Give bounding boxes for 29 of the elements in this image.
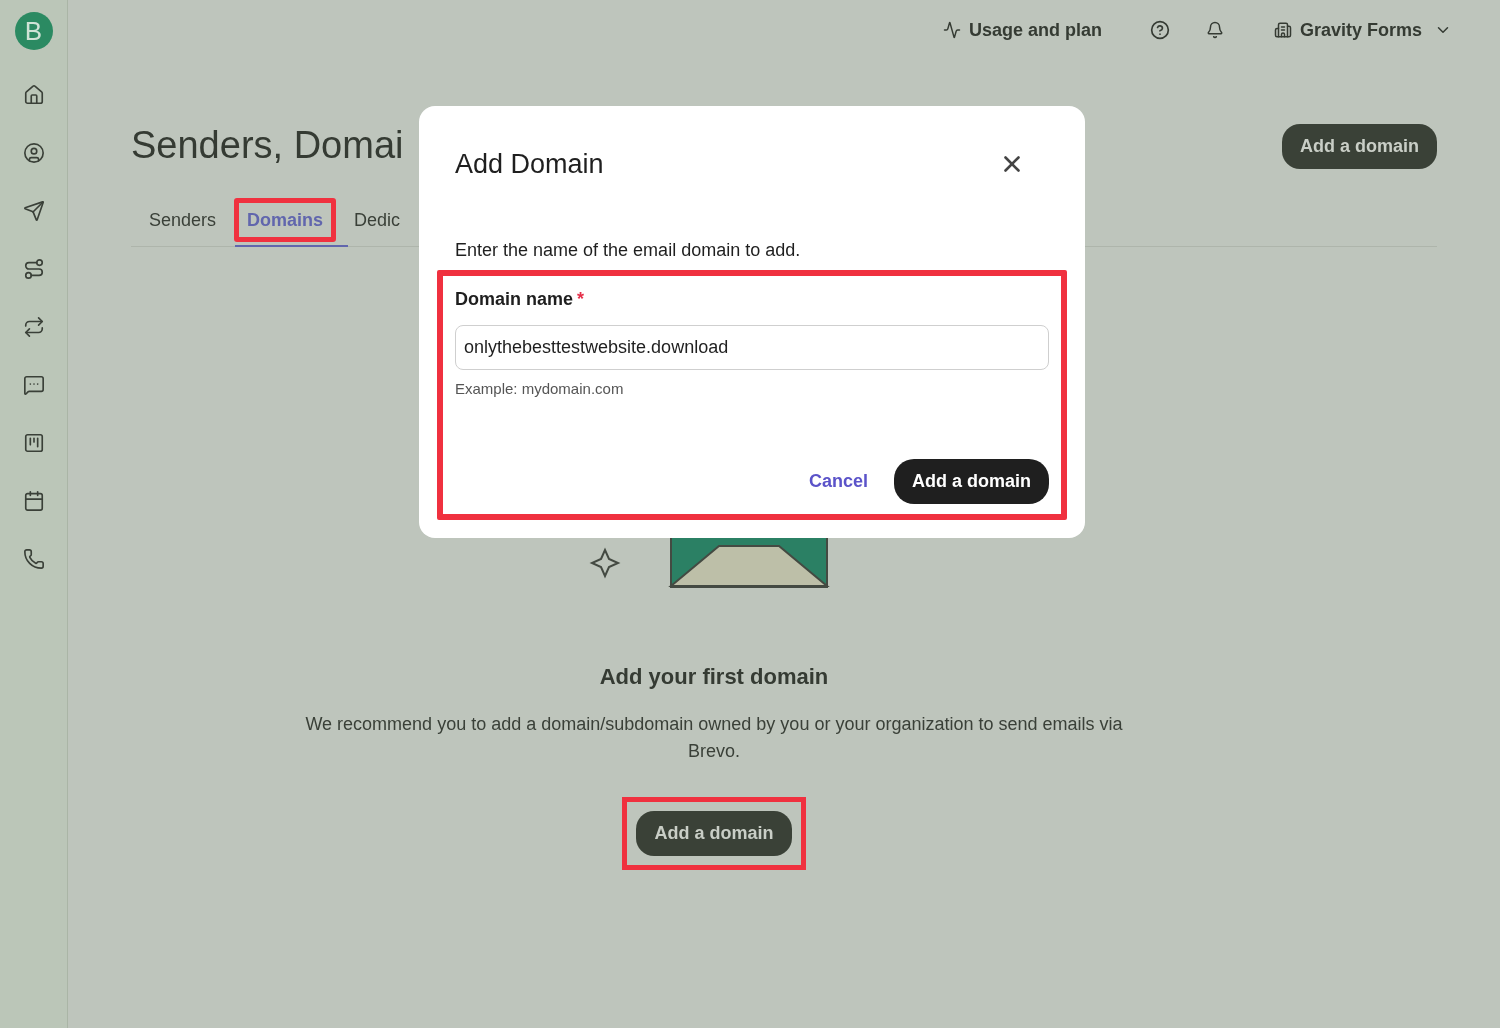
dialog-intro: Enter the name of the email domain to add. — [454, 238, 802, 262]
domain-input-field[interactable]: onlythebesttestwebsite.download — [455, 324, 1049, 370]
submit-button[interactable]: Add a domain — [894, 458, 1049, 504]
phone-icon[interactable] — [22, 548, 45, 570]
add-domain-button[interactable]: Add a domain — [1282, 124, 1437, 169]
field-label: Domain name * — [455, 287, 586, 311]
user-icon[interactable] — [22, 142, 45, 164]
chat-icon[interactable] — [22, 374, 45, 396]
account-menu[interactable]: Gravity Forms — [1273, 16, 1452, 44]
help-icon[interactable] — [1149, 20, 1170, 40]
home-icon[interactable] — [22, 84, 45, 106]
dialog-title: Add Domain — [455, 148, 604, 181]
send-icon[interactable] — [22, 200, 45, 222]
tab[interactable]: Senders — [147, 203, 219, 237]
activity-icon — [942, 21, 961, 39]
empty-state-text: We recommend you to add a domain/subdomain owned by you or your organization to send emails via Brevo. — [304, 713, 1124, 763]
repeat-icon[interactable] — [22, 316, 45, 338]
building-icon — [1273, 21, 1292, 39]
field-hint: Example: mydomain.com — [455, 378, 625, 399]
calendar-icon[interactable] — [22, 490, 45, 512]
add-domain-button[interactable]: Add a domain — [636, 811, 792, 856]
tab[interactable]: Dedic — [352, 203, 403, 237]
empty-state-heading: Add your first domain — [599, 663, 829, 691]
route-icon[interactable] — [22, 258, 45, 280]
cancel-button[interactable]: Cancel — [808, 467, 868, 495]
board-icon[interactable] — [22, 432, 45, 454]
usage-plan-link[interactable]: Usage and plan — [942, 16, 1102, 44]
bell-icon[interactable] — [1205, 21, 1224, 39]
page-title: Senders, Domai — [131, 123, 404, 168]
